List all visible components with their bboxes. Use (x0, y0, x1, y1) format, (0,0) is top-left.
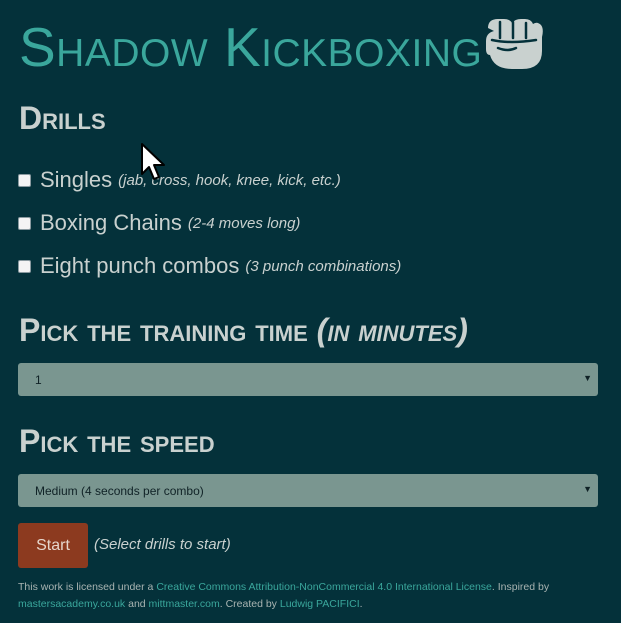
mouse-cursor-icon (141, 143, 165, 180)
footer-text: . (359, 598, 363, 610)
boxing-chains-checkbox[interactable] (18, 216, 31, 230)
author-link[interactable]: Ludwig PACIFICI (280, 598, 360, 610)
app-title: Shadow Kickboxing (19, 16, 483, 78)
drill-option-boxing-chains[interactable]: Boxing Chains (2-4 moves long) (18, 209, 300, 237)
training-time-heading-text: Pick the training time (19, 312, 308, 348)
training-time-select[interactable]: 1 ▼ (18, 363, 598, 396)
drill-option-eight-punch-combos[interactable]: Eight punch combos (3 punch combinations… (18, 252, 401, 280)
chevron-down-icon: ▼ (583, 373, 592, 383)
training-time-selected-value: 1 (35, 372, 42, 387)
drill-note: (2-4 moves long) (187, 214, 301, 232)
chevron-down-icon: ▼ (583, 484, 592, 494)
footer-text: and (125, 598, 149, 610)
footer: This work is licensed under a Creative C… (18, 579, 603, 613)
license-link[interactable]: Creative Commons Attribution-NonCommerci… (156, 581, 492, 593)
drill-label: Boxing Chains (40, 210, 182, 235)
mittmaster-link[interactable]: mittmaster.com (149, 598, 220, 610)
eight-punch-combos-checkbox[interactable] (18, 259, 31, 273)
speed-select[interactable]: Medium (4 seconds per combo) ▼ (18, 474, 598, 507)
drill-option-singles[interactable]: Singles (jab, cross, hook, knee, kick, e… (18, 166, 341, 194)
drill-label: Eight punch combos (40, 253, 240, 278)
singles-checkbox[interactable] (18, 173, 31, 187)
drills-heading: Drills (19, 100, 106, 136)
speed-heading: Pick the speed (19, 423, 215, 459)
footer-text: This work is licensed under a (18, 581, 157, 593)
start-hint: (Select drills to start) (94, 536, 231, 553)
mastersacademy-link[interactable]: mastersacademy.co.uk (18, 598, 125, 610)
drill-label: Singles (40, 167, 113, 192)
speed-selected-value: Medium (4 seconds per combo) (35, 483, 204, 498)
start-button[interactable]: Start (18, 523, 88, 568)
fist-icon (486, 19, 543, 69)
training-time-heading-suffix: (in minutes) (316, 312, 468, 348)
footer-text: . Created by (219, 598, 280, 610)
drill-note: (3 punch combinations) (245, 257, 402, 275)
training-time-heading: Pick the training time (in minutes) (19, 312, 468, 349)
footer-text: . Inspired by (491, 581, 550, 593)
